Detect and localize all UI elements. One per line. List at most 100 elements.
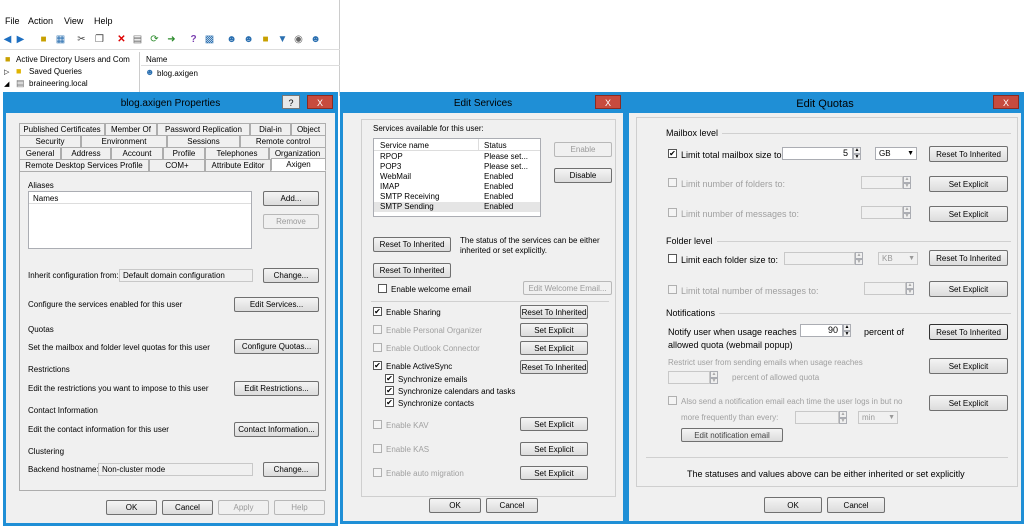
notify-spin-down[interactable]: ▼ [843, 331, 851, 337]
restrict-spin-up[interactable]: ▲ [710, 371, 718, 378]
service-row[interactable]: IMAP Enabled [374, 182, 540, 192]
remove-alias-button[interactable]: Remove [263, 214, 319, 229]
messages-input[interactable] [861, 206, 903, 219]
restrict-spin-down[interactable]: ▼ [710, 378, 718, 384]
menu-view[interactable]: View [64, 16, 83, 26]
change-inherit-button[interactable]: Change... [263, 268, 319, 283]
ok-button[interactable]: OK [106, 500, 157, 515]
total-messages-input[interactable] [864, 282, 906, 295]
members-icon[interactable]: ☻ [310, 34, 321, 45]
contact-information-button[interactable]: Contact Information... [234, 422, 319, 437]
migration-checkbox[interactable] [373, 468, 382, 477]
limit-messages-checkbox[interactable] [668, 208, 677, 217]
messages-set-button[interactable]: Set Explicit [929, 206, 1008, 222]
new-user-icon[interactable]: ☻ [226, 34, 237, 45]
also-send-set-button[interactable]: Set Explicit [929, 395, 1008, 411]
copy-icon[interactable]: ❐ [94, 34, 105, 45]
limit-mailbox-checkbox[interactable]: ✔ [668, 149, 677, 158]
change-backend-button[interactable]: Change... [263, 462, 319, 477]
col-status[interactable]: Status [484, 141, 507, 150]
limit-total-messages-checkbox[interactable] [668, 285, 677, 294]
list-header-name[interactable]: Name [146, 55, 167, 64]
sync-emails-checkbox[interactable]: ✔ [385, 374, 394, 383]
folder-size-spin-down[interactable]: ▼ [855, 259, 863, 265]
mailbox-size-input[interactable]: 5 [782, 147, 853, 160]
menu-action[interactable]: Action [28, 16, 53, 26]
sharing-reset-button[interactable]: Reset To Inherited [520, 305, 588, 319]
service-row[interactable]: WebMail Enabled [374, 172, 540, 182]
folders-spin-down[interactable]: ▼ [903, 183, 911, 189]
menu-file[interactable]: File [5, 16, 20, 26]
kav-checkbox[interactable] [373, 420, 382, 429]
tab-axigen[interactable]: Axigen [271, 158, 326, 171]
activesync-reset-button[interactable]: Reset To Inherited [520, 360, 588, 374]
organizer-checkbox[interactable] [373, 325, 382, 334]
mailbox-spin-up[interactable]: ▲ [853, 147, 861, 154]
service-row[interactable]: POP3 Please set... [374, 162, 540, 172]
folders-input[interactable] [861, 176, 903, 189]
folder-size-spin-up[interactable]: ▲ [855, 252, 863, 259]
reset-inherited-welcome-button[interactable]: Reset To Inherited [373, 263, 451, 278]
interval-unit-select[interactable]: min ▼ [858, 411, 898, 424]
organizer-set-button[interactable]: Set Explicit [520, 323, 588, 337]
expand-icon[interactable]: ▷ [4, 68, 9, 76]
outlook-checkbox[interactable] [373, 343, 382, 352]
mailbox-reset-button[interactable]: Reset To Inherited [929, 146, 1008, 162]
services-close-button[interactable]: X [595, 95, 621, 109]
sharing-checkbox[interactable]: ✔ [373, 307, 382, 316]
outlook-set-button[interactable]: Set Explicit [520, 341, 588, 355]
edit-services-button[interactable]: Edit Services... [234, 297, 319, 312]
kas-set-button[interactable]: Set Explicit [520, 442, 588, 456]
kav-set-button[interactable]: Set Explicit [520, 417, 588, 431]
messages-spin-down[interactable]: ▼ [903, 213, 911, 219]
disable-service-button[interactable]: Disable [554, 168, 612, 183]
folder-size-reset-button[interactable]: Reset To Inherited [929, 250, 1008, 266]
console-icon[interactable]: ▩ [204, 34, 215, 45]
find-icon[interactable]: ◉ [293, 34, 304, 45]
cut-icon[interactable]: ✂ [76, 34, 87, 45]
edit-welcome-email-button[interactable]: Edit Welcome Email... [523, 281, 612, 295]
show-tree-icon[interactable]: ▦ [55, 34, 66, 45]
add-alias-button[interactable]: Add... [263, 191, 319, 206]
new-ou-icon[interactable]: ■ [260, 34, 271, 45]
configure-quotas-button[interactable]: Configure Quotas... [234, 339, 319, 354]
tree-item-domain[interactable]: braineering.local [29, 79, 88, 88]
new-group-icon[interactable]: ☻ [243, 34, 254, 45]
forward-icon[interactable]: ▶ [15, 34, 26, 45]
reset-inherited-services-button[interactable]: Reset To Inherited [373, 237, 451, 252]
services-list[interactable]: Service name Status RPOP Please set... PO… [373, 138, 541, 217]
list-item-blog-axigen[interactable]: blog.axigen [157, 69, 198, 78]
menu-help[interactable]: Help [94, 16, 113, 26]
limit-folder-size-checkbox[interactable] [668, 254, 677, 263]
apply-button[interactable]: Apply [218, 500, 269, 515]
refresh-icon[interactable]: ⟳ [149, 34, 160, 45]
export-icon[interactable]: ➜ [166, 34, 177, 45]
mailbox-unit-select[interactable]: GB ▼ [875, 147, 917, 160]
col-service-name[interactable]: Service name [380, 141, 429, 150]
notify-spin-up[interactable]: ▲ [843, 324, 851, 331]
names-header[interactable]: Names [33, 194, 58, 203]
aliases-list[interactable]: Names [28, 191, 252, 249]
messages-spin-up[interactable]: ▲ [903, 206, 911, 213]
folders-set-button[interactable]: Set Explicit [929, 176, 1008, 192]
total-messages-set-button[interactable]: Set Explicit [929, 281, 1008, 297]
folder-unit-select[interactable]: KB ▼ [878, 252, 918, 265]
mailbox-spin-down[interactable]: ▼ [853, 154, 861, 160]
activesync-checkbox[interactable]: ✔ [373, 361, 382, 370]
migration-set-button[interactable]: Set Explicit [520, 466, 588, 480]
notify-percent-input[interactable]: 90 [800, 324, 843, 337]
also-send-checkbox[interactable] [668, 396, 677, 405]
notify-reset-button[interactable]: Reset To Inherited [929, 324, 1008, 340]
services-ok-button[interactable]: OK [429, 498, 481, 513]
help-button[interactable]: ? [282, 95, 300, 109]
edit-restrictions-button[interactable]: Edit Restrictions... [234, 381, 319, 396]
close-button[interactable]: X [307, 95, 333, 109]
filter-icon[interactable]: ▼ [277, 34, 288, 45]
tree-item-ad-users[interactable]: Active Directory Users and Com [16, 55, 130, 64]
sync-calendars-checkbox[interactable]: ✔ [385, 386, 394, 395]
service-row[interactable]: SMTP Sending Enabled [374, 202, 540, 212]
service-row[interactable]: SMTP Receiving Enabled [374, 192, 540, 202]
cancel-button[interactable]: Cancel [162, 500, 213, 515]
enable-service-button[interactable]: Enable [554, 142, 612, 157]
limit-folders-checkbox[interactable] [668, 178, 677, 187]
